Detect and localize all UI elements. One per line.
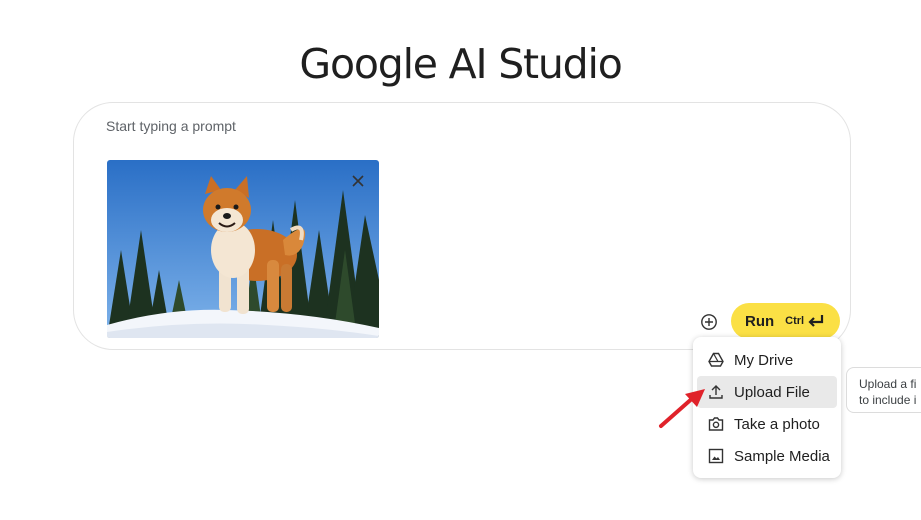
menu-item-upload-file[interactable]: Upload File [697,376,837,408]
upload-tooltip: Upload a fi to include i [846,367,921,413]
app-title: Google AI Studio [299,40,622,88]
shiba-dog-image [107,160,379,338]
run-shortcut: Ctrl [785,315,805,327]
enter-key-icon [807,314,825,328]
drive-icon [707,351,725,369]
tooltip-line-1: Upload a fi [859,377,917,391]
add-media-menu: My Drive Upload File Take a photo Sample… [693,337,841,478]
close-icon [352,175,364,187]
menu-item-sample-media[interactable]: Sample Media [697,440,837,472]
attached-image [107,160,379,338]
remove-attachment-button[interactable] [347,170,369,192]
menu-item-my-drive[interactable]: My Drive [697,344,837,376]
add-media-button[interactable] [698,311,720,333]
menu-item-label: Take a photo [734,415,820,433]
run-button[interactable]: Run Ctrl [731,303,840,339]
run-label: Run [745,312,775,330]
red-arrow-annotation [659,389,705,428]
tooltip-line-2: to include i [859,393,917,407]
prompt-input[interactable] [106,115,606,137]
add-circle-icon [701,314,717,330]
prompt-card: Run Ctrl [73,102,851,350]
menu-item-label: My Drive [734,351,794,369]
menu-item-label: Sample Media [734,447,830,465]
menu-item-take-photo[interactable]: Take a photo [697,408,837,440]
menu-item-label: Upload File [734,383,810,401]
image-icon [707,447,725,465]
